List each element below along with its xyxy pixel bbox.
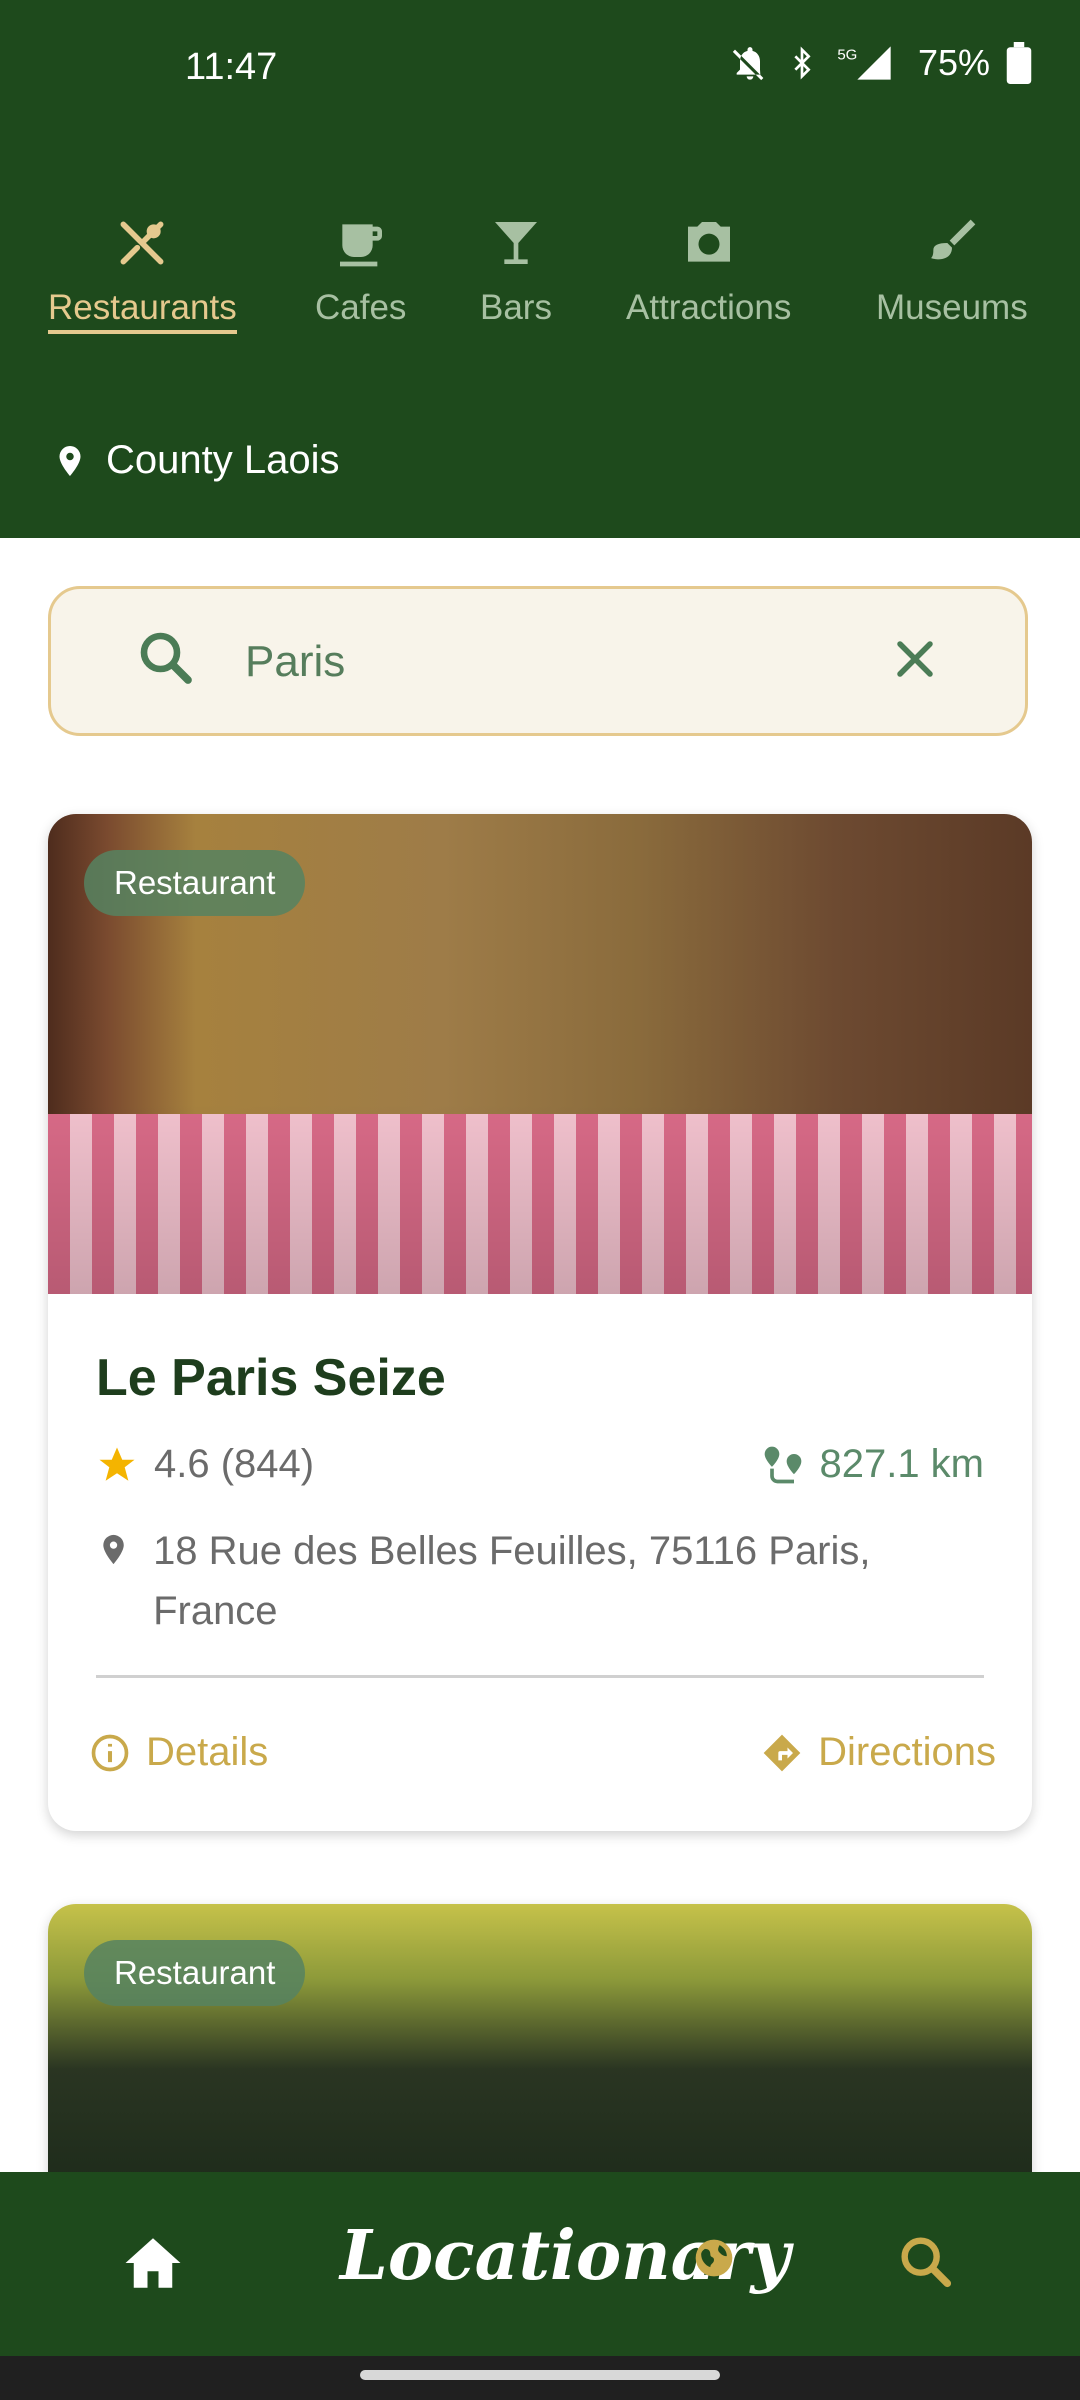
search-icon[interactable] (894, 2230, 958, 2294)
location-selector[interactable]: County Laois (52, 438, 339, 483)
place-photo: Restaurant (48, 1904, 1032, 2204)
brush-icon (930, 219, 976, 260)
battery-percent: 75% (917, 42, 990, 83)
gesture-handle[interactable] (360, 2370, 720, 2380)
tab-bars[interactable]: Bars (480, 215, 552, 328)
search-input[interactable]: Paris (245, 637, 345, 687)
bar-icon (494, 222, 537, 264)
search-bar[interactable]: Paris (48, 586, 1028, 736)
card-actions: Details Directions (48, 1678, 1032, 1831)
home-icon[interactable] (120, 2230, 186, 2296)
status-time: 11:47 (185, 46, 278, 88)
place-photo: Restaurant (48, 814, 1032, 1294)
tab-cafes[interactable]: Cafes (315, 215, 406, 328)
category-badge: Restaurant (84, 850, 306, 916)
address-text: 18 Rue des Belles Feuilles, 75116 Paris,… (153, 1529, 871, 1633)
tab-restaurants[interactable]: Restaurants (48, 215, 237, 334)
app-header: 11:47 5G 75% Restaurants Cafes Bars Attr… (0, 0, 1080, 538)
status-icons: 5G 75% (730, 42, 1032, 84)
search-icon (140, 632, 192, 684)
location-pin-icon (103, 1534, 124, 1565)
globe-icon[interactable] (692, 2236, 736, 2280)
details-label: Details (146, 1730, 269, 1774)
category-badge: Restaurant (84, 1940, 306, 2006)
category-tabs: Restaurants Cafes Bars Attractions Museu… (0, 215, 1080, 335)
bluetooth-icon (794, 46, 811, 80)
rating-text: 4.6 (844) (154, 1442, 315, 1486)
directions-label: Directions (818, 1730, 996, 1774)
details-button[interactable]: Details (88, 1730, 268, 1775)
location-label: County Laois (106, 438, 340, 482)
rating: 4.6 (844) (96, 1442, 314, 1487)
tab-label: Museums (876, 288, 1028, 327)
card-body: Le Paris Seize 4.6 (844) 827.1 km 18 Rue… (48, 1294, 1032, 1678)
tab-label: Cafes (315, 288, 407, 327)
rating-distance-row: 4.6 (844) 827.1 km (96, 1442, 984, 1487)
tab-attractions[interactable]: Attractions (626, 215, 791, 328)
tab-label: Attractions (626, 288, 792, 327)
svg-text:5G: 5G (837, 47, 857, 64)
clear-icon[interactable] (885, 629, 945, 689)
star-icon (99, 1447, 135, 1481)
tab-museums[interactable]: Museums (876, 215, 1028, 328)
address: 18 Rue des Belles Feuilles, 75116 Paris,… (96, 1521, 984, 1641)
directions-icon (763, 1734, 801, 1771)
distance-text: 827.1 km (819, 1442, 984, 1486)
distance: 827.1 km (761, 1442, 984, 1487)
location-pin-icon (59, 445, 81, 476)
info-icon (91, 1734, 129, 1771)
directions-button[interactable]: Directions (760, 1730, 996, 1775)
restaurant-icon (120, 221, 164, 265)
battery-icon (1006, 42, 1032, 84)
status-bar: 11:47 5G 75% (0, 0, 1080, 140)
tab-label: Restaurants (48, 288, 237, 334)
place-card[interactable]: Restaurant Le Paris Seize 4.6 (844) 827.… (48, 814, 1032, 1831)
tab-label: Bars (480, 288, 552, 327)
camera-icon (687, 222, 730, 262)
signal-5g-icon: 5G (837, 46, 891, 80)
cafe-icon (339, 224, 382, 267)
bottom-nav: Locationary (0, 2172, 1080, 2356)
notifications-off-icon (732, 47, 764, 81)
route-icon (765, 1446, 802, 1483)
place-name: Le Paris Seize (96, 1349, 446, 1407)
place-card[interactable]: Restaurant (48, 1904, 1032, 2204)
